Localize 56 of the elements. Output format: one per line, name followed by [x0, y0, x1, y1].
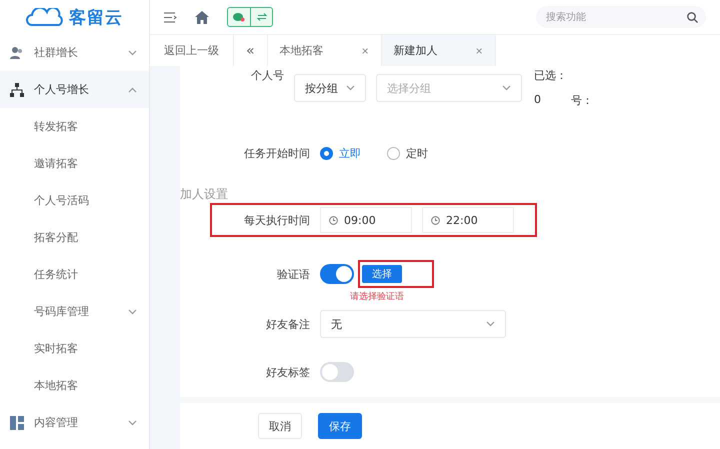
radio-option[interactable]: 定时 [387, 146, 428, 160]
sidebar-subitem[interactable]: 拓客分配 [0, 219, 149, 256]
users-icon [10, 46, 24, 60]
save-button[interactable]: 保存 [318, 413, 362, 439]
section-title: 加人设置 [180, 186, 229, 203]
tab-label: 本地拓客 [280, 43, 324, 58]
tab[interactable]: 新建加人 × [382, 35, 496, 66]
chat-icon [233, 12, 245, 22]
network-icon [10, 82, 24, 96]
sidebar-subitem[interactable]: 本地拓客 [0, 367, 149, 404]
clock-icon [431, 216, 440, 224]
switch-icon [256, 12, 266, 22]
sidebar-subitem[interactable]: 个人号活码 [0, 182, 149, 219]
menu-icon[interactable] [164, 12, 177, 22]
sidebar-subitem[interactable]: 实时拓客 [0, 330, 149, 367]
chevron-down-icon [128, 50, 137, 56]
sidebar-item[interactable]: 个人号增长 [0, 71, 149, 108]
chevron-down-icon [128, 420, 137, 426]
chevron-down-icon [486, 321, 495, 327]
chevron-down-icon [346, 85, 355, 91]
clock-icon [329, 216, 338, 224]
toggle-switch[interactable] [320, 362, 354, 382]
time-field[interactable]: 09:00 [320, 207, 412, 233]
tab-label: 新建加人 [394, 43, 438, 58]
time-field[interactable]: 22:00 [422, 207, 514, 233]
radio-option[interactable]: 立即 [320, 146, 361, 160]
selected-label: 已选： [534, 68, 568, 83]
remark-select[interactable]: 无 [320, 310, 506, 338]
sidebar-subitem[interactable]: 转发拓客 [0, 108, 149, 145]
field-label: 验证语 [276, 266, 310, 282]
sidebar-subitem[interactable]: 任务统计 [0, 256, 149, 293]
cancel-button[interactable]: 取消 [258, 413, 302, 439]
sidebar-subitem[interactable]: 号码库管理 [0, 293, 149, 330]
mode-select[interactable]: 按分组 [294, 74, 366, 102]
search-field[interactable]: 搜索功能 [536, 6, 706, 28]
logo-text: 客留云 [69, 6, 123, 28]
field-label: 每天执行时间 [243, 212, 310, 228]
chevron-down-icon [502, 85, 511, 91]
field-label: 好友备注 [265, 316, 310, 332]
selected-count: 0 [534, 93, 541, 108]
search-icon[interactable] [687, 12, 698, 23]
count-suffix: 号： [571, 93, 593, 108]
sidebar-item[interactable]: 社群增长 [0, 34, 149, 71]
error-message: 请选择验证语 [350, 290, 405, 303]
sidebar-item[interactable]: 内容管理 [0, 404, 149, 441]
sidebar-subitem[interactable]: 邀请拓客 [0, 145, 149, 182]
chevron-down-icon [128, 308, 137, 314]
field-label: 好友标签 [265, 364, 310, 380]
chevron-up-icon [128, 86, 137, 92]
toggle-switch[interactable] [320, 264, 354, 284]
home-icon[interactable] [195, 10, 209, 24]
field-label: 任务开始时间 [243, 146, 310, 160]
layout-icon [10, 416, 24, 430]
choose-button[interactable]: 选择 [362, 265, 402, 283]
field-label: 个人号 [250, 68, 284, 83]
cloud-logo-icon [26, 8, 66, 26]
